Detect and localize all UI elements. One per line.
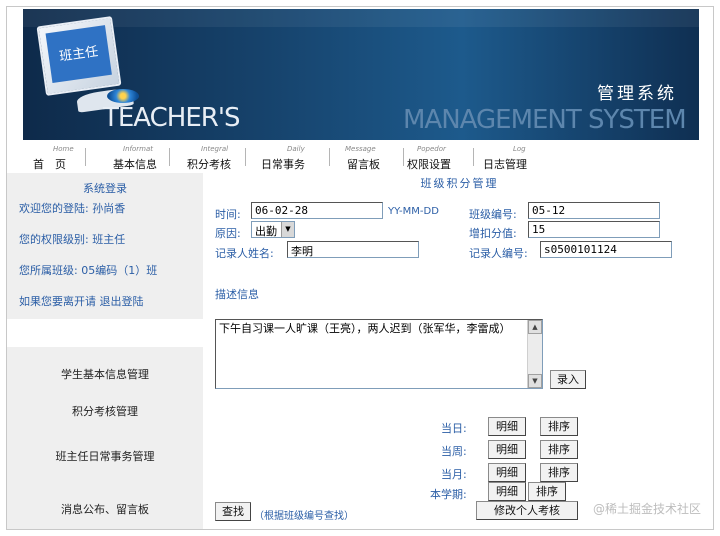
- nav-item-integral[interactable]: Integral 积分考核: [173, 142, 246, 172]
- chevron-down-icon[interactable]: ▼: [281, 222, 294, 237]
- nav-item-en: Home: [53, 145, 74, 153]
- time-format-hint: YY-MM-DD: [388, 206, 439, 217]
- recorder-id-label: 记录人编号:: [469, 247, 528, 260]
- cd-disc-icon: [107, 89, 139, 103]
- banner-stripe: [23, 9, 699, 27]
- welcome-label: 欢迎您的登陆:: [19, 202, 89, 215]
- monitor-illustration: 班主任: [36, 16, 122, 96]
- level-line: 您的权限级别: 班主任: [19, 231, 125, 247]
- nav-item-en: Log: [513, 145, 526, 153]
- detail-button-month[interactable]: 明细: [488, 463, 526, 482]
- class-line: 您所属班级: 05编码（1）班: [19, 262, 157, 278]
- recorder-name-input[interactable]: 李明: [287, 241, 419, 258]
- brand-cn-title: 管理系统: [597, 84, 677, 104]
- detail-button-day[interactable]: 明细: [488, 417, 526, 436]
- watermark: @稀土掘金技术社区: [592, 502, 701, 516]
- logout-line: 如果您要离开请 退出登陆: [19, 293, 144, 309]
- sort-button-day[interactable]: 排序: [540, 417, 578, 436]
- nav-item-cn: 权限设置: [407, 158, 451, 171]
- detail-button-week[interactable]: 明细: [488, 440, 526, 459]
- query-label-term: 本学期:: [430, 488, 467, 501]
- sort-button-week[interactable]: 排序: [540, 440, 578, 459]
- menu-daily-affairs[interactable]: 班主任日常事务管理: [7, 448, 203, 464]
- desc-textarea[interactable]: 下午自习课一人旷课（王亮），两人迟到（张军华，李雷成） ▲ ▼: [215, 319, 543, 389]
- menu-message-board[interactable]: 消息公布、留言板: [7, 501, 203, 517]
- recorder-name-label: 记录人姓名:: [215, 247, 274, 260]
- class-value: 05编码（1）班: [81, 264, 158, 277]
- monitor-screen-text: 班主任: [45, 25, 112, 83]
- sort-button-month[interactable]: 排序: [540, 463, 578, 482]
- modify-score-button[interactable]: 修改个人考核: [476, 501, 578, 520]
- detail-button-term[interactable]: 明细: [488, 482, 526, 501]
- nav-item-cn: 积分考核: [187, 158, 231, 171]
- welcome-user: 孙尚香: [92, 202, 126, 215]
- login-title: 系统登录: [83, 182, 127, 195]
- time-label: 时间:: [215, 208, 241, 221]
- nav-item-daily[interactable]: Daily 日常事务: [249, 142, 330, 172]
- nav-item-cn: 日志管理: [483, 158, 527, 171]
- nav-item-en: Popedor: [417, 145, 446, 153]
- nav-item-log[interactable]: Log 日志管理: [479, 142, 549, 172]
- score-label: 增扣分值:: [469, 227, 517, 240]
- class-label: 您所属班级:: [19, 264, 78, 277]
- query-label-week: 当周:: [441, 445, 467, 458]
- page-title: 班级积分管理: [420, 177, 499, 190]
- sidebar-divider: [7, 319, 203, 347]
- nav-item-en: Integral: [201, 145, 229, 153]
- welcome-line: 欢迎您的登陆: 孙尚香: [19, 200, 125, 216]
- desc-scrollbar[interactable]: ▲ ▼: [527, 320, 542, 388]
- nav-item-en: Message: [345, 145, 376, 153]
- recorder-id-input[interactable]: s0500101124: [540, 241, 672, 258]
- logout-link[interactable]: 退出登陆: [100, 295, 144, 308]
- nav-item-permission[interactable]: Popedor 权限设置: [407, 142, 477, 172]
- query-label-month: 当月:: [441, 468, 467, 481]
- query-label-day: 当日:: [441, 422, 467, 435]
- logout-prompt: 如果您要离开请: [19, 295, 96, 308]
- nav-item-cn: 基本信息: [113, 158, 157, 171]
- desc-text: 下午自习课一人旷课（王亮），两人迟到（张军华，李雷成）: [219, 322, 511, 335]
- level-label: 您的权限级别:: [19, 233, 89, 246]
- reason-selected-value: 出勤: [255, 225, 277, 238]
- level-value: 班主任: [92, 233, 126, 246]
- menu-student-info[interactable]: 学生基本信息管理: [7, 366, 203, 382]
- top-nav: Home 首 页 Informat 基本信息 Integral 积分考核 Dai…: [23, 142, 699, 172]
- desc-label: 描述信息: [215, 288, 259, 301]
- class-no-input[interactable]: 05-12: [528, 202, 660, 219]
- app-frame: 班主任 TEACHER'S MANAGEMENT SYSTEM 管理系统 Hom…: [6, 6, 714, 530]
- reason-label: 原因:: [215, 227, 241, 240]
- scroll-up-icon[interactable]: ▲: [528, 320, 542, 334]
- menu-score-management[interactable]: 积分考核管理: [7, 403, 203, 419]
- sort-button-term[interactable]: 排序: [528, 482, 566, 501]
- search-button[interactable]: 查找: [215, 502, 251, 521]
- nav-item-en: Informat: [123, 145, 153, 153]
- sidebar: 系统登录 欢迎您的登陆: 孙尚香 您的权限级别: 班主任 您所属班级: 05编码…: [7, 173, 203, 529]
- nav-separator: [169, 148, 170, 166]
- brand-teachers: TEACHER'S: [103, 103, 240, 133]
- nav-separator: [473, 148, 474, 166]
- score-input[interactable]: 15: [528, 221, 660, 238]
- brand-management-system: MANAGEMENT SYSTEM: [403, 105, 687, 135]
- nav-separator: [245, 148, 246, 166]
- main-content: 班级积分管理 时间: 06-02-28 YY-MM-DD 班级编号: 05-12…: [212, 173, 707, 529]
- nav-item-message[interactable]: Message 留言板: [333, 142, 404, 172]
- nav-item-en: Daily: [287, 145, 305, 153]
- scroll-down-icon[interactable]: ▼: [528, 374, 542, 388]
- nav-item-cn: 日常事务: [261, 158, 305, 171]
- header-banner: 班主任 TEACHER'S MANAGEMENT SYSTEM 管理系统: [23, 9, 699, 140]
- nav-item-info[interactable]: Informat 基本信息: [93, 142, 170, 172]
- time-input[interactable]: 06-02-28: [251, 202, 383, 219]
- nav-item-cn: 留言板: [347, 158, 380, 171]
- nav-separator: [403, 148, 404, 166]
- submit-button[interactable]: 录入: [550, 370, 586, 389]
- nav-item-cn: 首 页: [33, 158, 66, 171]
- nav-item-home[interactable]: Home 首 页: [23, 142, 86, 172]
- reason-select[interactable]: 出勤 ▼: [251, 221, 295, 238]
- search-hint: （根据班级编号查找）: [254, 511, 354, 522]
- class-no-label: 班级编号:: [469, 208, 517, 221]
- nav-separator: [85, 148, 86, 166]
- nav-separator: [329, 148, 330, 166]
